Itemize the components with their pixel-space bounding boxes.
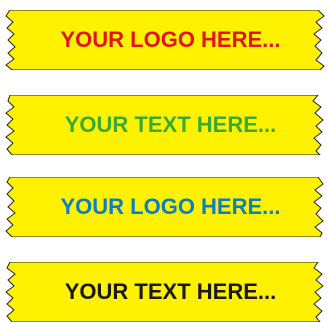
tape-strip-4: YOUR TEXT HERE...: [0, 262, 327, 322]
tape-text-4: YOUR TEXT HERE...: [64, 279, 277, 304]
tape-strip-3: YOUR LOGO HERE...: [0, 177, 327, 237]
tape-text-3: YOUR LOGO HERE...: [60, 194, 281, 219]
tape-text-1: YOUR LOGO HERE...: [60, 27, 281, 52]
tape-strip-1: YOUR LOGO HERE...: [0, 10, 327, 70]
tape-strip-2: YOUR TEXT HERE...: [0, 95, 327, 155]
tape-text-2: YOUR TEXT HERE...: [64, 112, 277, 137]
